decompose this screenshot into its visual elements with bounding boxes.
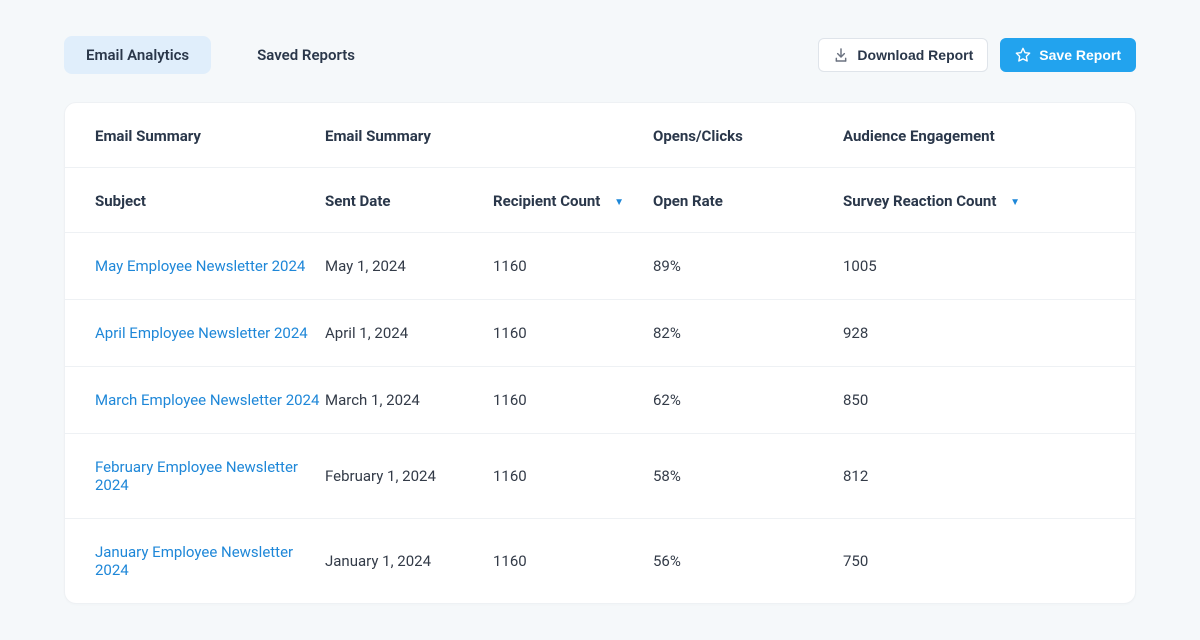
- table-row: March Employee Newsletter 2024 March 1, 2…: [65, 367, 1135, 434]
- cell-reaction-count: 750: [843, 519, 1135, 604]
- cell-reaction-count: 1005: [843, 233, 1135, 300]
- table-row: January Employee Newsletter 2024 January …: [65, 519, 1135, 604]
- cell-recipient-count: 1160: [493, 434, 653, 519]
- tab-email-analytics[interactable]: Email Analytics: [64, 36, 211, 74]
- cell-reaction-count: 850: [843, 367, 1135, 434]
- group-header-email-summary-1: Email Summary: [65, 103, 325, 168]
- cell-sent-date: May 1, 2024: [325, 233, 493, 300]
- email-subject-link[interactable]: January Employee Newsletter 2024: [95, 543, 293, 579]
- table-row: February Employee Newsletter 2024 Februar…: [65, 434, 1135, 519]
- cell-sent-date: January 1, 2024: [325, 519, 493, 604]
- table-row: May Employee Newsletter 2024May 1, 20241…: [65, 233, 1135, 300]
- email-subject-link[interactable]: February Employee Newsletter 2024: [95, 458, 298, 494]
- column-header-open-rate[interactable]: Open Rate: [653, 168, 843, 233]
- tabs: Email Analytics Saved Reports: [64, 36, 377, 74]
- cell-open-rate: 58%: [653, 434, 843, 519]
- tab-saved-reports[interactable]: Saved Reports: [235, 36, 377, 74]
- save-report-label: Save Report: [1039, 47, 1121, 63]
- column-header-sent-date[interactable]: Sent Date: [325, 168, 493, 233]
- table-row: April Employee Newsletter 2024 April 1, 2…: [65, 300, 1135, 367]
- sort-desc-icon: ▼: [614, 197, 624, 208]
- cell-open-rate: 82%: [653, 300, 843, 367]
- cell-open-rate: 89%: [653, 233, 843, 300]
- action-buttons: Download Report Save Report: [818, 38, 1136, 72]
- cell-recipient-count: 1160: [493, 233, 653, 300]
- cell-recipient-count: 1160: [493, 519, 653, 604]
- download-report-button[interactable]: Download Report: [818, 38, 988, 72]
- cell-sent-date: February 1, 2024: [325, 434, 493, 519]
- column-header-subject[interactable]: Subject: [65, 168, 325, 233]
- email-subject-link[interactable]: March Employee Newsletter 2024: [95, 391, 319, 409]
- cell-reaction-count: 928: [843, 300, 1135, 367]
- table-group-header-row: Email Summary Email Summary Opens/Clicks…: [65, 103, 1135, 168]
- cell-open-rate: 56%: [653, 519, 843, 604]
- email-subject-link[interactable]: April Employee Newsletter 2024: [95, 324, 308, 342]
- analytics-table: Email Summary Email Summary Opens/Clicks…: [65, 103, 1135, 603]
- star-icon: [1015, 47, 1031, 63]
- download-icon: [833, 47, 849, 63]
- analytics-table-panel: Email Summary Email Summary Opens/Clicks…: [64, 102, 1136, 604]
- cell-sent-date: March 1, 2024: [325, 367, 493, 434]
- sort-desc-icon: ▼: [1010, 197, 1020, 208]
- group-header-email-summary-2: Email Summary: [325, 103, 653, 168]
- column-header-reaction-count-label: Survey Reaction Count: [843, 192, 996, 210]
- column-header-recipient-count-label: Recipient Count: [493, 192, 600, 210]
- cell-open-rate: 62%: [653, 367, 843, 434]
- group-header-audience-engagement: Audience Engagement: [843, 103, 1135, 168]
- cell-recipient-count: 1160: [493, 367, 653, 434]
- email-subject-link[interactable]: May Employee Newsletter 2024: [95, 257, 305, 275]
- download-report-label: Download Report: [857, 47, 973, 63]
- cell-recipient-count: 1160: [493, 300, 653, 367]
- table-column-header-row: Subject Sent Date Recipient Count ▼ Open…: [65, 168, 1135, 233]
- group-header-opens-clicks: Opens/Clicks: [653, 103, 843, 168]
- save-report-button[interactable]: Save Report: [1000, 38, 1136, 72]
- column-header-recipient-count[interactable]: Recipient Count ▼: [493, 168, 653, 233]
- column-header-reaction-count[interactable]: Survey Reaction Count ▼: [843, 168, 1135, 233]
- cell-reaction-count: 812: [843, 434, 1135, 519]
- cell-sent-date: April 1, 2024: [325, 300, 493, 367]
